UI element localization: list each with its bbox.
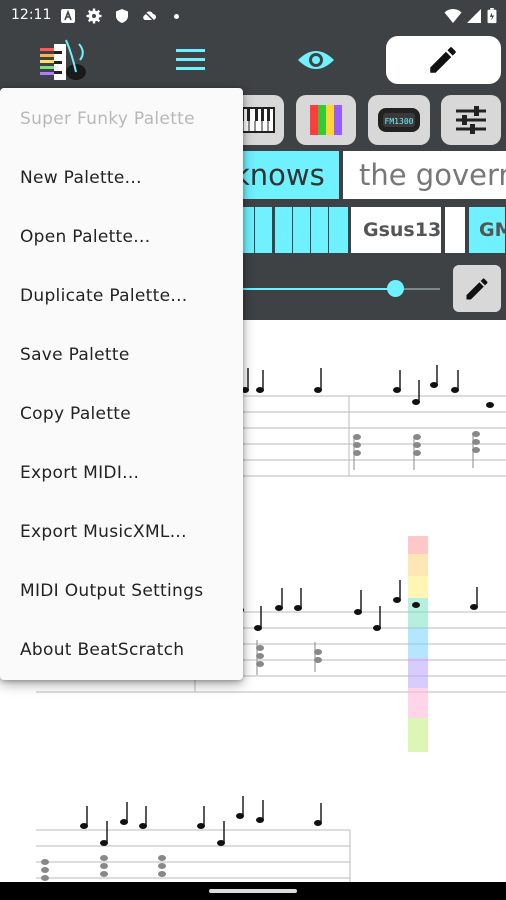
settings-sliders-button[interactable] [441,95,501,145]
synth-label: FM1300 [385,117,414,126]
notes [412,602,420,608]
pencil-icon [430,47,456,73]
cloud-off-icon [142,9,156,23]
notes [80,796,322,846]
wifi-icon [444,8,462,23]
color-bars-icon [310,105,342,135]
dot-icon [174,14,179,19]
menu-item-duplicate-palette[interactable]: Duplicate Palette... [20,286,187,306]
menu-item-export-midi[interactable]: Export MIDI... [20,463,139,483]
edit-melody-button[interactable] [453,265,501,312]
battery-icon [487,8,497,24]
beat-cell[interactable] [293,207,311,253]
notes [241,365,494,408]
beat-cell[interactable] [255,207,273,253]
home-gesture-pill[interactable] [209,889,297,893]
toolbar [0,32,506,88]
lyric-text: knows [233,158,325,192]
playhead-highlight [408,536,428,752]
edit-mode-button[interactable] [386,36,501,84]
slider-track-filled[interactable] [240,288,395,290]
menu-item-save-palette[interactable]: Save Palette [20,345,130,365]
chord-label: GM [479,219,505,241]
menu-item-open-palette[interactable]: Open Palette... [20,227,150,247]
chord-cell-active[interactable]: GM [469,207,506,253]
color-bars-button[interactable] [296,95,356,145]
beatscratch-logo[interactable] [38,34,90,86]
chord-cell[interactable] [445,207,467,253]
lyric-text: the governm [359,158,506,192]
menu-header: Super Funky Palette [20,109,195,129]
midi-synth-icon: FM1300 [378,108,420,132]
hamburger-menu-button[interactable] [167,42,213,78]
menu-item-copy-palette[interactable]: Copy Palette [20,404,131,424]
menu-item-new-palette[interactable]: New Palette... [20,168,142,188]
eye-icon[interactable] [293,42,339,78]
signal-icon [467,9,481,23]
midi-synth-button[interactable]: FM1300 [368,95,430,145]
menu-item-midi-output-settings[interactable]: MIDI Output Settings [20,581,203,601]
notes [236,580,478,631]
slider-thumb[interactable] [387,280,404,297]
settings-icon [86,8,102,24]
chord-notes [41,855,166,881]
staff-system [36,829,351,882]
menu-item-about[interactable]: About BeatScratch [20,640,184,660]
beat-cell[interactable] [311,207,329,253]
chord-notes [256,640,322,675]
status-bar: 12:11 [0,0,506,32]
menu-item-export-musicxml[interactable]: Export MusicXML... [20,522,187,542]
beat-cell[interactable] [329,207,349,253]
sliders-icon [456,106,486,134]
staff-system [240,395,506,477]
chord-notes [353,431,480,470]
navigation-bar [0,882,506,900]
a-icon [61,9,75,23]
beat-cell[interactable] [275,207,293,253]
palette-menu: Super Funky Palette New Palette... Open … [0,88,243,680]
status-time: 12:11 [11,7,52,23]
shield-icon [116,9,128,23]
lyric-segment[interactable]: the governm [343,151,506,199]
chord-label: Gsus13 [363,219,442,241]
chord-cell[interactable]: Gsus13 [351,207,443,253]
pencil-icon [466,278,488,300]
